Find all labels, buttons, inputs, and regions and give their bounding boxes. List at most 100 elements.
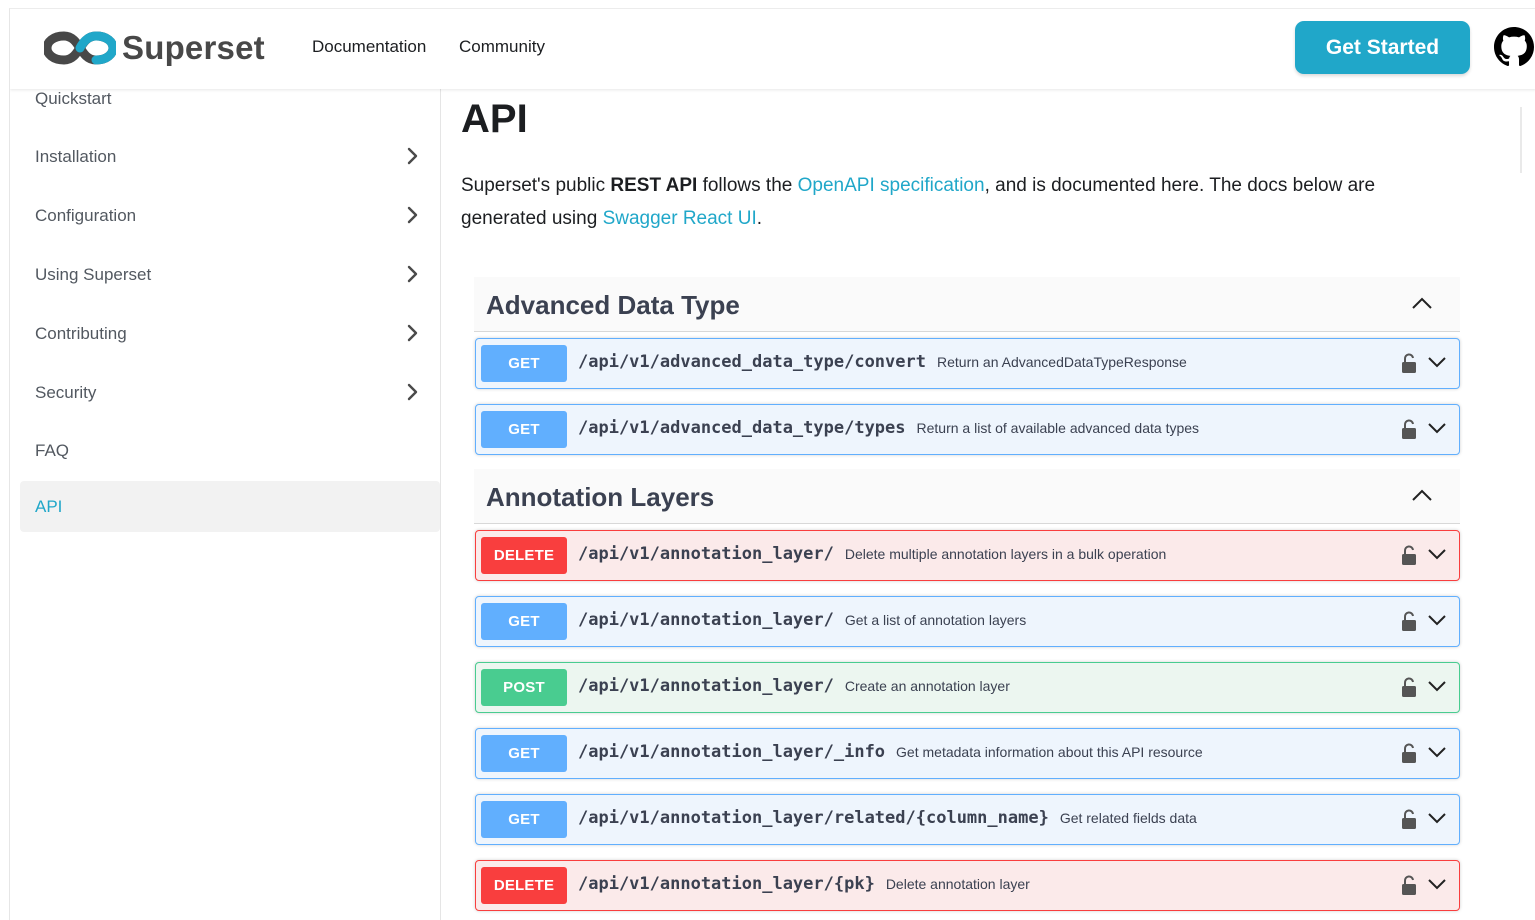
sidebar-item-label: Installation <box>35 146 117 166</box>
sidebar-item-contributing[interactable]: Contributing <box>20 308 440 359</box>
operation-path: /api/v1/annotation_layer/related/{column… <box>578 808 1197 828</box>
unlock-icon[interactable] <box>1401 545 1417 565</box>
brand-name: Superset <box>122 29 265 66</box>
unlock-icon[interactable] <box>1401 419 1417 439</box>
chevron-up-icon[interactable] <box>1410 486 1434 504</box>
intro-text: follows the <box>697 175 798 196</box>
operation-path: /api/v1/annotation_layer/_info Get metada… <box>578 742 1203 762</box>
section-header-advanced-data-type[interactable]: Advanced Data Type <box>474 277 1460 332</box>
chevron-up-icon[interactable] <box>1410 294 1434 312</box>
browser-page: Superset Documentation Community Get Sta… <box>9 8 1535 920</box>
chevron-down-icon[interactable] <box>1427 811 1447 825</box>
operation-summary: Get related fields data <box>1059 810 1197 826</box>
sidebar-item-label: Security <box>35 382 97 402</box>
chevron-down-icon[interactable] <box>1427 613 1447 627</box>
intro-bold-text: REST API <box>610 175 698 196</box>
top-navbar: Superset Documentation Community Get Sta… <box>10 9 1535 89</box>
section-header-annotation-layers[interactable]: Annotation Layers <box>474 469 1460 524</box>
nav-documentation-link[interactable]: Documentation <box>312 37 426 57</box>
chevron-right-icon[interactable] <box>402 205 422 225</box>
path-text: /api/v1/advanced_data_type/convert <box>578 352 926 372</box>
sidebar-item-installation[interactable]: Installation <box>20 131 440 182</box>
unlock-icon[interactable] <box>1401 809 1417 829</box>
chevron-down-icon[interactable] <box>1427 547 1447 561</box>
intro-paragraph: Superset's public REST API follows the O… <box>461 169 1461 235</box>
operation-path: /api/v1/annotation_layer/Get a list of a… <box>578 610 1026 630</box>
operation-get-annotation-layer-related[interactable]: GET /api/v1/annotation_layer/related/{co… <box>475 794 1460 845</box>
operation-get-annotation-layer-list[interactable]: GET /api/v1/annotation_layer/Get a list … <box>475 596 1460 647</box>
swagger-react-ui-link[interactable]: Swagger React UI <box>603 208 757 229</box>
intro-text: Superset's public <box>461 175 611 196</box>
path-text: /api/v1/annotation_layer/ <box>578 676 834 696</box>
method-badge: GET <box>481 735 567 772</box>
sidebar-item-label: API <box>35 496 63 516</box>
operation-summary: Delete multiple annotation layers in a b… <box>844 546 1167 562</box>
operation-get-advanced-data-type-convert[interactable]: GET /api/v1/advanced_data_type/convert Re… <box>475 338 1460 389</box>
sidebar-item-using-superset[interactable]: Using Superset <box>20 249 440 300</box>
method-badge: DELETE <box>481 537 567 574</box>
github-icon[interactable] <box>1494 27 1534 67</box>
path-text: /api/v1/advanced_data_type/types <box>578 418 906 438</box>
get-started-button[interactable]: Get Started <box>1295 21 1470 74</box>
superset-logo[interactable]: Superset <box>44 28 265 68</box>
method-badge: POST <box>481 669 567 706</box>
chevron-right-icon[interactable] <box>402 323 422 343</box>
sidebar-item-label: FAQ <box>35 440 70 460</box>
path-text: /api/v1/annotation_layer/ <box>578 544 834 564</box>
intro-text: . <box>756 208 763 229</box>
unlock-icon[interactable] <box>1401 611 1417 631</box>
infinity-logo-icon <box>44 31 116 65</box>
method-badge: GET <box>481 801 567 838</box>
main-content: API Superset's public REST API follows t… <box>442 89 1535 920</box>
chevron-right-icon[interactable] <box>402 264 422 284</box>
scrollbar-thumb[interactable] <box>1520 107 1522 173</box>
sidebar-item-api[interactable]: API <box>20 481 440 532</box>
operation-summary: Delete annotation layer <box>885 876 1030 892</box>
operation-path: /api/v1/annotation_layer/{pk} Delete anno… <box>578 874 1030 894</box>
operation-summary: Return a list of available advanced data… <box>916 420 1200 436</box>
unlock-icon[interactable] <box>1401 677 1417 697</box>
section-title: Advanced Data Type <box>486 290 740 320</box>
operation-summary: Get a list of annotation layers <box>844 612 1027 628</box>
operation-summary: Create an annotation layer <box>844 678 1010 694</box>
method-badge: GET <box>481 603 567 640</box>
chevron-down-icon[interactable] <box>1427 355 1447 369</box>
nav-community-link[interactable]: Community <box>459 37 545 57</box>
operation-delete-annotation-layer-bulk[interactable]: DELETE /api/v1/annotation_layer/Delete m… <box>475 530 1460 581</box>
page-title: API <box>461 97 528 141</box>
operation-path: /api/v1/annotation_layer/Create an annot… <box>578 676 1010 696</box>
sidebar-item-label: Configuration <box>35 205 137 225</box>
operation-delete-annotation-layer-pk[interactable]: DELETE /api/v1/annotation_layer/{pk} Dele… <box>475 860 1460 911</box>
sidebar-item-security[interactable]: Security <box>20 367 440 418</box>
operation-path: /api/v1/annotation_layer/Delete multiple… <box>578 544 1166 564</box>
path-text: /api/v1/annotation_layer/related/{column… <box>578 808 1049 828</box>
operation-path: /api/v1/advanced_data_type/convert Return… <box>578 352 1187 372</box>
operation-summary: Return an AdvancedDataTypeResponse <box>937 354 1187 370</box>
unlock-icon[interactable] <box>1401 353 1417 373</box>
section-title: Annotation Layers <box>486 482 715 512</box>
chevron-right-icon[interactable] <box>402 382 422 402</box>
chevron-down-icon[interactable] <box>1427 745 1447 759</box>
openapi-spec-link[interactable]: OpenAPI specification <box>798 175 985 196</box>
sidebar-item-label: Using Superset <box>35 264 152 284</box>
operation-get-advanced-data-type-types[interactable]: GET /api/v1/advanced_data_type/types Retu… <box>475 404 1460 455</box>
sidebar-item-faq[interactable]: FAQ <box>20 425 440 476</box>
path-text: /api/v1/annotation_layer/_info <box>578 742 886 762</box>
operation-post-annotation-layer[interactable]: POST /api/v1/annotation_layer/Create an … <box>475 662 1460 713</box>
operation-get-annotation-layer-info[interactable]: GET /api/v1/annotation_layer/_info Get me… <box>475 728 1460 779</box>
method-badge: GET <box>481 411 567 448</box>
path-text: /api/v1/annotation_layer/{pk} <box>578 874 875 894</box>
sidebar-item-configuration[interactable]: Configuration <box>20 190 440 241</box>
chevron-down-icon[interactable] <box>1427 679 1447 693</box>
docs-sidebar: Quickstart Installation Configuration Us… <box>10 89 441 920</box>
unlock-icon[interactable] <box>1401 875 1417 895</box>
method-badge: DELETE <box>481 867 567 904</box>
chevron-down-icon[interactable] <box>1427 421 1447 435</box>
sidebar-item-label: Quickstart <box>35 88 112 108</box>
unlock-icon[interactable] <box>1401 743 1417 763</box>
method-badge: GET <box>481 345 567 382</box>
operation-summary: Get metadata information about this API … <box>896 744 1203 760</box>
operation-path: /api/v1/advanced_data_type/types Return a… <box>578 418 1199 438</box>
chevron-right-icon[interactable] <box>402 146 422 166</box>
chevron-down-icon[interactable] <box>1427 877 1447 891</box>
